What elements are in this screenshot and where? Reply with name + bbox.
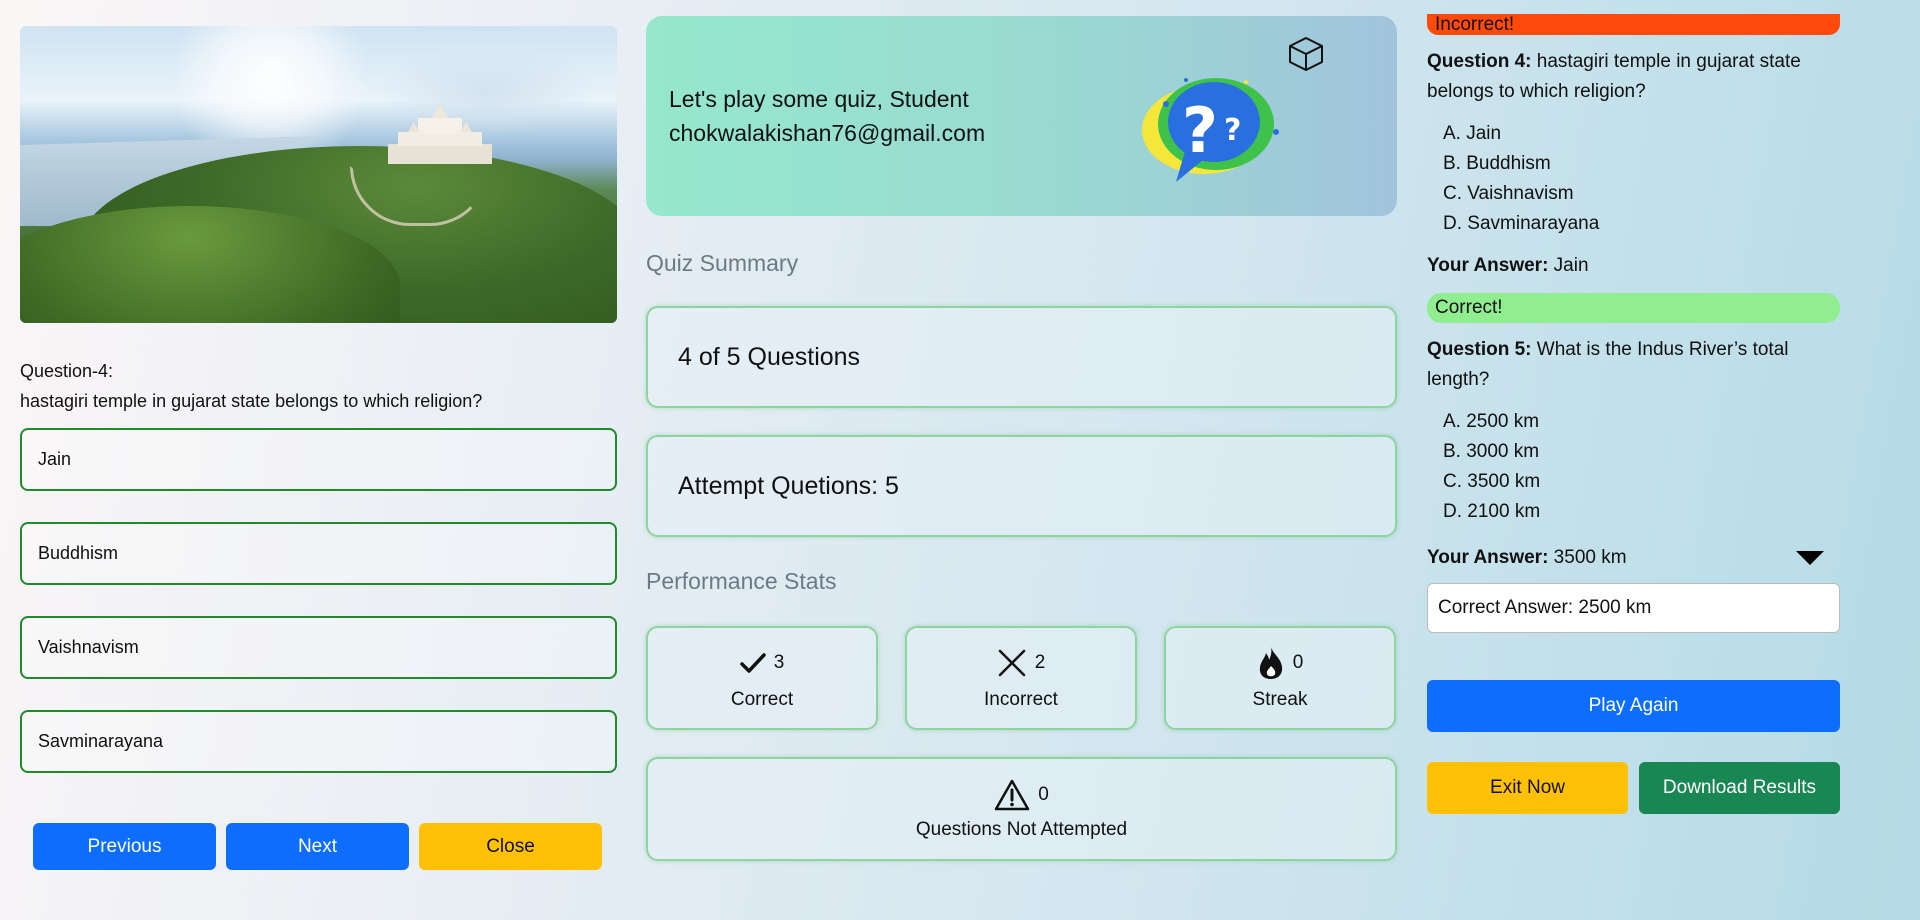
- option-jain[interactable]: Jain: [20, 428, 617, 491]
- q5-your-answer[interactable]: Your Answer: 3500 km: [1427, 543, 1840, 573]
- result-actions: Exit Now Download Results: [1427, 762, 1840, 814]
- question-image: [20, 26, 617, 323]
- greeting: Let's play some quiz, Student chokwalaki…: [669, 82, 985, 150]
- caret-down-icon[interactable]: [1796, 551, 1824, 565]
- option-buddhism[interactable]: Buddhism: [20, 522, 617, 585]
- q5-choice-b: B. 3000 km: [1443, 441, 1540, 462]
- q5-answer-label: Your Answer:: [1427, 547, 1549, 568]
- incorrect-label: Incorrect: [984, 689, 1058, 710]
- progress-card: 4 of 5 Questions: [646, 306, 1397, 408]
- streak-label: Streak: [1252, 689, 1308, 710]
- warning-icon: [994, 779, 1030, 811]
- q4-label: Question 4:: [1427, 51, 1532, 72]
- download-results-button[interactable]: Download Results: [1639, 762, 1840, 814]
- correct-count: 3: [773, 652, 785, 673]
- option-savminarayana[interactable]: Savminarayana: [20, 710, 617, 773]
- svg-text:?: ?: [1182, 94, 1218, 167]
- question-text: hastagiri temple in gujarat state belong…: [20, 391, 483, 411]
- user-email: chokwalakishan76@gmail.com: [669, 120, 986, 146]
- play-again-button[interactable]: Play Again: [1427, 680, 1840, 732]
- quiz-illustration-icon: ? ?: [1142, 78, 1279, 182]
- not-attempted-count: 0: [1038, 784, 1049, 805]
- performance-stats-title: Performance Stats: [646, 568, 837, 594]
- q5-choice-c: C. 3500 km: [1443, 471, 1541, 492]
- correct-answer-box: Correct Answer: 2500 km: [1427, 583, 1840, 633]
- q5-label: Question 5:: [1427, 339, 1532, 360]
- option-vaishnavism[interactable]: Vaishnavism: [20, 616, 617, 679]
- q5-choice-d: D. 2100 km: [1443, 501, 1541, 522]
- not-attempted-label: Questions Not Attempted: [915, 819, 1128, 840]
- incorrect-status-badge: Incorrect!: [1427, 14, 1840, 35]
- q4-choices: A. Jain B. Buddhism C. Vaishnavism D. Sa…: [1443, 119, 1840, 239]
- q4-choice-b: B. Buddhism: [1443, 153, 1551, 174]
- q5-answer-value: 3500 km: [1548, 547, 1627, 568]
- cube-icon: [1289, 37, 1323, 71]
- close-button[interactable]: Close: [419, 823, 602, 870]
- next-button[interactable]: Next: [226, 823, 409, 870]
- q5-choice-a: A. 2500 km: [1443, 411, 1540, 432]
- quiz-summary-title: Quiz Summary: [646, 250, 799, 276]
- q4-answer-value: Jain: [1548, 255, 1589, 276]
- stats-row: 3 Correct 2 Incorrect 0 Streak: [646, 626, 1397, 730]
- review-question-4: Question 4: hastagiri temple in gujarat …: [1427, 47, 1840, 107]
- greeting-text: Let's play some quiz, Student: [669, 86, 969, 112]
- question-heading: Question-4: hastagiri temple in gujarat …: [20, 356, 617, 416]
- q4-choice-c: C. Vaishnavism: [1443, 183, 1574, 204]
- q4-your-answer: Your Answer: Jain: [1427, 251, 1840, 281]
- streak-count: 0: [1292, 652, 1304, 673]
- checkmark-icon: [739, 653, 766, 673]
- q4-choice-a: A. Jain: [1443, 123, 1502, 144]
- correct-status-badge: Correct!: [1427, 293, 1840, 323]
- results-review-panel: Incorrect! Question 4: hastagiri temple …: [1427, 14, 1840, 814]
- fire-icon: [1259, 647, 1282, 679]
- q4-answer-label: Your Answer:: [1427, 255, 1549, 276]
- stat-correct: 3 Correct: [646, 626, 878, 730]
- stat-streak: 0 Streak: [1164, 626, 1396, 730]
- welcome-banner: Let's play some quiz, Student chokwalaki…: [646, 16, 1397, 216]
- incorrect-count: 2: [1034, 652, 1046, 673]
- stat-incorrect: 2 Incorrect: [905, 626, 1137, 730]
- review-question-5: Question 5: What is the Indus River’s to…: [1427, 335, 1840, 395]
- stat-not-attempted: 0 Questions Not Attempted: [646, 757, 1397, 861]
- exit-now-button[interactable]: Exit Now: [1427, 762, 1628, 814]
- summary-panel: Let's play some quiz, Student chokwalaki…: [646, 16, 1397, 861]
- q5-choices: A. 2500 km B. 3000 km C. 3500 km D. 2100…: [1443, 407, 1840, 527]
- correct-label: Correct: [730, 689, 794, 710]
- question-number: Question-4:: [20, 361, 114, 381]
- svg-text:?: ?: [1224, 113, 1241, 148]
- question-panel: Question-4: hastagiri temple in gujarat …: [20, 26, 617, 773]
- q4-choice-d: D. Savminarayana: [1443, 213, 1600, 234]
- x-mark-icon: [998, 649, 1025, 677]
- attempted-card: Attempt Quetions: 5: [646, 435, 1397, 537]
- question-nav: Previous Next Close: [33, 823, 602, 870]
- previous-button[interactable]: Previous: [33, 823, 216, 870]
